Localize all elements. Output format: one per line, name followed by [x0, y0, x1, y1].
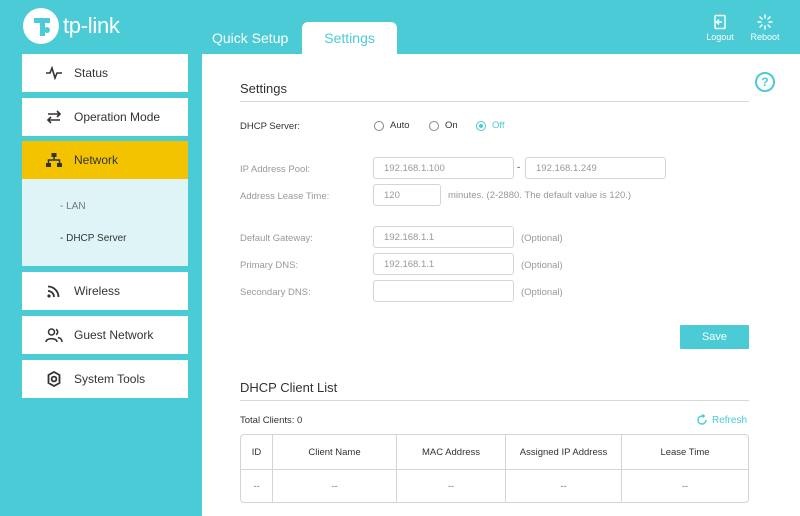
reboot-label: Reboot [750, 32, 780, 42]
sidebar-subitem-dhcp-server[interactable]: - DHCP Server [60, 233, 127, 244]
tab-quick-setup[interactable]: Quick Setup [198, 22, 302, 54]
primary-dns-input[interactable] [373, 253, 514, 275]
sidebar-item-guest-network[interactable]: Guest Network [22, 316, 188, 354]
radio-circle [476, 120, 486, 131]
total-clients: Total Clients: 0 [240, 415, 303, 426]
reboot-icon [757, 14, 773, 30]
table-cell: -- [506, 469, 622, 502]
table-cell: -- [397, 469, 506, 502]
client-table: ID Client Name MAC Address Assigned IP A… [240, 434, 749, 503]
dhcp-radio-auto[interactable]: Auto [374, 120, 410, 131]
lease-time-note: minutes. (2-2880. The default value is 1… [448, 190, 632, 201]
optional-note: (Optional) [521, 260, 563, 271]
secondary-dns-input[interactable] [373, 280, 514, 302]
sidebar-item-label: Status [74, 66, 109, 80]
column-header: ID [241, 435, 273, 469]
optional-note: (Optional) [521, 233, 563, 244]
tp-link-logo: tp-link [21, 6, 120, 46]
save-button[interactable]: Save [680, 325, 749, 349]
wifi-icon [44, 281, 64, 301]
users-icon [44, 325, 64, 345]
optional-note: (Optional) [521, 287, 563, 298]
secondary-dns-label: Secondary DNS: [240, 287, 311, 298]
lease-time-input[interactable] [373, 184, 441, 206]
sidebar-subitem-lan[interactable]: - LAN [60, 201, 86, 212]
primary-dns-label: Primary DNS: [240, 260, 299, 271]
tp-link-logo-icon [23, 8, 59, 44]
logout-label: Logout [706, 32, 734, 42]
sidebar-item-label: System Tools [74, 372, 146, 386]
ip-pool-start-input[interactable] [373, 157, 514, 179]
logout-button[interactable]: Logout [700, 14, 740, 42]
table-cell: -- [241, 469, 273, 502]
client-list-title: DHCP Client List [240, 380, 338, 395]
default-gateway-input[interactable] [373, 226, 514, 248]
swap-icon [44, 107, 64, 127]
sidebar-item-network[interactable]: Network [22, 141, 188, 179]
network-icon [44, 150, 64, 170]
reboot-button[interactable]: Reboot [745, 14, 785, 42]
table-header-row: ID Client Name MAC Address Assigned IP A… [241, 435, 748, 470]
ip-pool-dash: - [517, 162, 521, 173]
sidebar-item-label: Network [74, 153, 119, 167]
refresh-button[interactable]: Refresh [696, 414, 747, 426]
sidebar-item-system-tools[interactable]: System Tools [22, 360, 188, 398]
divider [240, 400, 749, 401]
tab-settings[interactable]: Settings [302, 22, 397, 54]
dhcp-radio-off[interactable]: Off [476, 120, 505, 131]
help-icon[interactable]: ? [755, 72, 775, 92]
divider [240, 101, 749, 102]
radio-label: Off [492, 120, 505, 131]
column-header: Client Name [273, 435, 397, 469]
ip-pool-end-input[interactable] [525, 157, 666, 179]
gear-icon [44, 369, 64, 389]
radio-label: On [445, 120, 458, 131]
radio-label: Auto [390, 120, 410, 131]
sidebar-item-status[interactable]: Status [22, 54, 188, 92]
logout-icon [714, 14, 726, 30]
brand-name: tp-link [63, 13, 120, 38]
column-header: MAC Address [397, 435, 506, 469]
table-row: -- -- -- -- -- [241, 469, 748, 502]
column-header: Lease Time [660, 446, 710, 458]
sidebar-item-label: Operation Mode [74, 110, 161, 124]
table-cell: -- [273, 469, 397, 502]
lease-time-label: Address Lease Time: [240, 191, 330, 202]
network-submenu: - LAN - DHCP Server [22, 179, 188, 266]
radio-circle [374, 120, 384, 131]
sidebar-item-wireless[interactable]: Wireless [22, 272, 188, 310]
settings-title: Settings [240, 81, 287, 96]
dhcp-server-label: DHCP Server: [240, 121, 301, 132]
refresh-label: Refresh [712, 414, 748, 426]
column-header: Assigned IP Address [506, 435, 622, 469]
sidebar-item-operation-mode[interactable]: Operation Mode [22, 98, 188, 136]
radio-circle [429, 120, 439, 131]
dhcp-radio-on[interactable]: On [429, 120, 458, 131]
table-cell: -- [681, 480, 689, 492]
top-tabs: Quick Setup Settings [198, 22, 397, 54]
sidebar-item-label: Wireless [74, 284, 121, 298]
ip-pool-label: IP Address Pool: [240, 164, 311, 175]
pulse-icon [44, 63, 64, 83]
refresh-icon [697, 414, 707, 425]
main-panel: ? Settings DHCP Server: Auto On Off IP A… [202, 54, 800, 516]
sidebar-item-label: Guest Network [74, 328, 154, 342]
default-gateway-label: Default Gateway: [240, 233, 313, 244]
